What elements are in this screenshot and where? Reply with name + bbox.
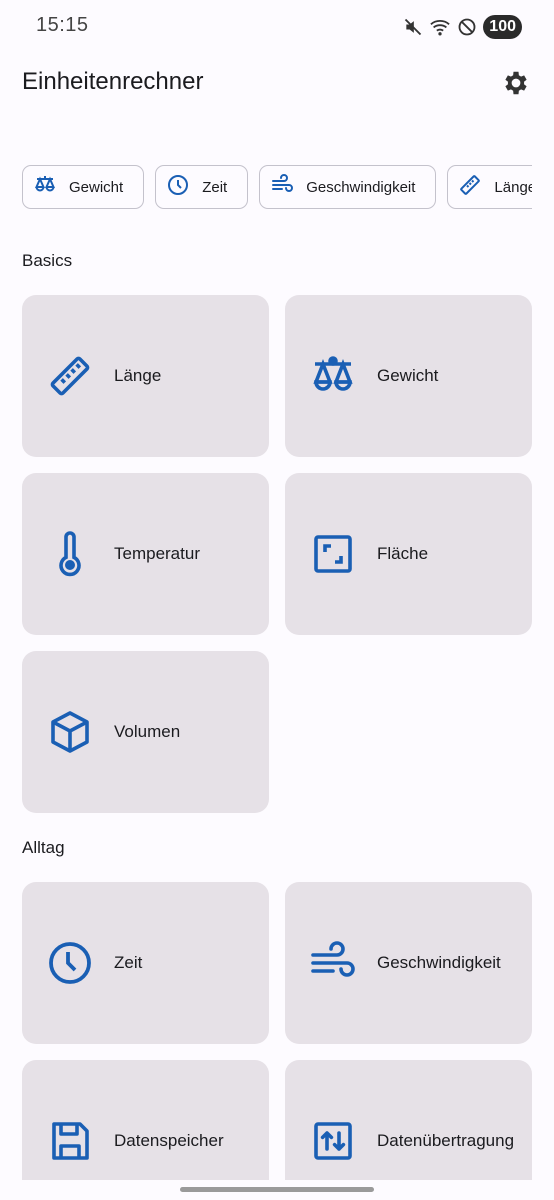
card-volumen[interactable]: Volumen (22, 651, 269, 813)
mute-icon (403, 17, 423, 37)
chip-label: Länge (494, 178, 532, 196)
chip-laenge[interactable]: Länge (447, 165, 532, 209)
status-time: 15:15 (36, 14, 89, 36)
scale-icon (309, 352, 357, 400)
status-icons: 100 (403, 14, 522, 40)
ruler-icon (458, 173, 482, 202)
card-datenspeicher[interactable]: Datenspeicher (22, 1060, 269, 1200)
gesture-nav-handle[interactable] (180, 1187, 374, 1192)
chip-label: Geschwindigkeit (306, 178, 416, 196)
card-flaeche[interactable]: Fläche (285, 473, 532, 635)
card-label: Geschwindigkeit (377, 953, 501, 972)
area-icon (309, 530, 357, 578)
status-bar: 15:15 100 (0, 0, 554, 54)
page-title: Einheitenrechner (22, 68, 204, 95)
settings-button[interactable] (498, 67, 534, 103)
card-datenuebertragung[interactable]: Datenübertragung (285, 1060, 532, 1200)
unit-converter-screen: 15:15 100 Einheitenrechner Gewicht Zeit … (0, 0, 554, 1200)
battery-indicator: 100 (483, 15, 522, 39)
card-laenge[interactable]: Länge (22, 295, 269, 457)
chip-label: Zeit (202, 178, 228, 196)
thermometer-icon (46, 530, 94, 578)
card-label: Volumen (114, 722, 181, 741)
card-gewicht[interactable]: Gewicht (285, 295, 532, 457)
wifi-icon (429, 17, 451, 37)
card-temperatur[interactable]: Temperatur (22, 473, 269, 635)
chip-gewicht[interactable]: Gewicht (22, 165, 145, 209)
card-label: Gewicht (377, 366, 439, 385)
card-label: Datenübertragung (377, 1131, 515, 1150)
clock-icon (46, 939, 94, 987)
chip-zeit[interactable]: Zeit (155, 165, 249, 209)
card-label: Fläche (377, 544, 429, 563)
section-title-basics: Basics (22, 251, 73, 270)
card-label: Zeit (114, 953, 143, 972)
card-label: Datenspeicher (114, 1131, 224, 1150)
floppy-disk-icon (46, 1117, 94, 1165)
wind-icon (309, 939, 357, 987)
card-label: Länge (114, 366, 162, 385)
card-label: Temperatur (114, 544, 200, 563)
chip-geschwindigkeit[interactable]: Geschwindigkeit (259, 165, 437, 209)
gear-icon (501, 68, 531, 103)
wind-icon (270, 173, 294, 202)
clock-icon (166, 173, 190, 202)
section-title-alltag: Alltag (22, 838, 65, 857)
card-geschwindigkeit[interactable]: Geschwindigkeit (285, 882, 532, 1044)
quick-chips-row[interactable]: Gewicht Zeit Geschwindigkeit Länge (22, 165, 532, 211)
chip-label: Gewicht (69, 178, 124, 196)
cube-icon (46, 708, 94, 756)
card-zeit[interactable]: Zeit (22, 882, 269, 1044)
ruler-icon (46, 352, 94, 400)
do-not-disturb-icon (457, 17, 477, 37)
scale-icon (33, 173, 57, 202)
transfer-icon (309, 1117, 357, 1165)
